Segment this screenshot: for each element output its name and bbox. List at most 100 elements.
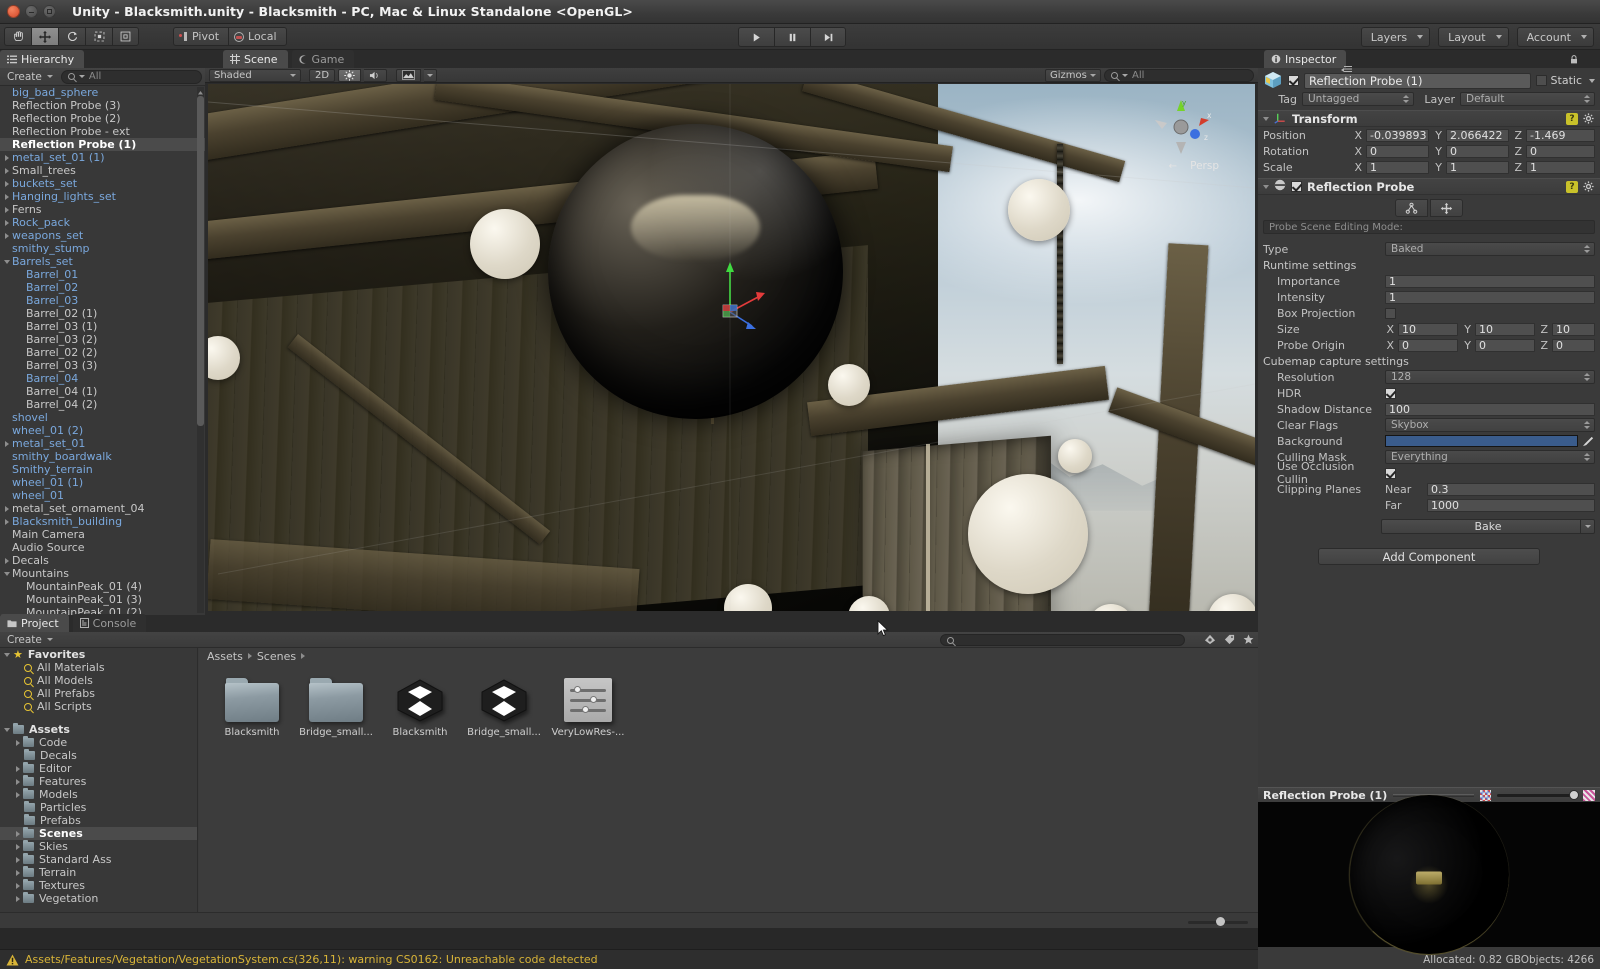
foldout-closed-icon[interactable]: [2, 558, 12, 564]
type-dropdown[interactable]: Baked: [1385, 242, 1595, 256]
hierarchy-item[interactable]: Barrel_04 (2): [0, 398, 205, 411]
project-tree-assets[interactable]: Assets: [0, 723, 197, 736]
scene-orientation-gizmo[interactable]: y x z: [1149, 96, 1213, 158]
scene-viewport[interactable]: y x z ← Persp: [208, 84, 1255, 611]
triangle-icon[interactable]: [16, 870, 20, 876]
slider-handle[interactable]: [1569, 790, 1579, 800]
foldout-closed-icon[interactable]: [2, 207, 12, 213]
asset-item[interactable]: Bridge_small...: [305, 678, 367, 738]
project-folder-item[interactable]: Terrain: [0, 866, 197, 879]
edit-origin-button[interactable]: [1430, 199, 1463, 217]
edit-bounds-button[interactable]: [1395, 199, 1428, 217]
asset-item[interactable]: Blacksmith: [389, 678, 451, 738]
asset-item[interactable]: Blacksmith: [221, 678, 283, 738]
foldout-closed-icon[interactable]: [2, 220, 12, 226]
hierarchy-item[interactable]: shovel: [0, 411, 205, 424]
hierarchy-item[interactable]: Hanging_lights_set: [0, 190, 205, 203]
hierarchy-item[interactable]: Reflection Probe (2): [0, 112, 205, 125]
project-folder-item[interactable]: Textures: [0, 879, 197, 892]
add-component-button[interactable]: Add Component: [1318, 548, 1540, 565]
maximize-window-button[interactable]: [43, 5, 56, 18]
rotation-x-input[interactable]: 0: [1366, 145, 1429, 158]
project-folder-item[interactable]: Prefabs: [0, 814, 197, 827]
probe-origin-y-input[interactable]: 0: [1475, 339, 1535, 352]
project-create-button[interactable]: Create: [3, 633, 57, 647]
project-folder-item[interactable]: Scenes: [0, 827, 197, 840]
checker-icon[interactable]: [1480, 790, 1491, 801]
toggle-image-effects-button[interactable]: [396, 69, 421, 82]
probe-origin-z-input[interactable]: 0: [1552, 339, 1595, 352]
scene-fx-dropdown[interactable]: [424, 69, 437, 82]
rotate-tool-button[interactable]: [58, 27, 85, 46]
triangle-icon[interactable]: [16, 766, 20, 772]
clear-flags-dropdown[interactable]: Skybox: [1385, 418, 1595, 432]
box-projection-checkbox[interactable]: [1385, 308, 1396, 319]
hierarchy-item[interactable]: Smithy_terrain: [0, 463, 205, 476]
triangle-icon[interactable]: [16, 883, 20, 889]
help-icon[interactable]: ?: [1566, 113, 1578, 125]
gizmos-dropdown[interactable]: Gizmos: [1045, 69, 1101, 82]
rect-tool-button[interactable]: [112, 27, 139, 46]
bake-options-button[interactable]: [1580, 520, 1594, 533]
hierarchy-item[interactable]: weapons_set: [0, 229, 205, 242]
asset-item[interactable]: VeryLowRes-...: [557, 678, 619, 738]
lock-icon[interactable]: [1570, 54, 1578, 63]
hierarchy-item[interactable]: MountainPeak_01 (4): [0, 580, 205, 593]
toggle-2d-button[interactable]: 2D: [309, 69, 335, 82]
hierarchy-item[interactable]: Barrel_02 (2): [0, 346, 205, 359]
occlusion-checkbox[interactable]: [1385, 468, 1396, 479]
project-folder-item[interactable]: Editor: [0, 762, 197, 775]
step-button[interactable]: [810, 27, 846, 47]
position-y-input[interactable]: 2.066422: [1446, 129, 1509, 142]
layout-dropdown[interactable]: Layout: [1438, 27, 1508, 47]
project-folder-item[interactable]: Particles: [0, 801, 197, 814]
pause-button[interactable]: [774, 27, 810, 47]
hierarchy-item[interactable]: Reflection Probe (3): [0, 99, 205, 112]
asset-item[interactable]: Bridge_small...: [473, 678, 535, 738]
background-color-swatch[interactable]: [1385, 435, 1578, 447]
filter-by-label-icon[interactable]: [1224, 634, 1235, 648]
foldout-icon[interactable]: [1263, 117, 1269, 121]
rotation-y-input[interactable]: 0: [1446, 145, 1509, 158]
foldout-closed-icon[interactable]: [2, 168, 12, 174]
object-enabled-checkbox[interactable]: [1288, 75, 1299, 86]
status-bar[interactable]: Assets/Features/Vegetation/VegetationSys…: [0, 949, 1258, 969]
slider-handle[interactable]: [1216, 917, 1225, 926]
hierarchy-item[interactable]: Main Camera: [0, 528, 205, 541]
hierarchy-item[interactable]: Barrel_01: [0, 268, 205, 281]
project-search-input[interactable]: [940, 634, 1185, 646]
assets-grid[interactable]: Blacksmith Bridge_small... Blacksmith Bridg…: [199, 664, 1258, 738]
layer-dropdown[interactable]: Default: [1460, 92, 1595, 106]
tab-game[interactable]: Game: [292, 50, 355, 68]
eyedropper-icon[interactable]: [1582, 435, 1595, 447]
scene-search-input[interactable]: All: [1104, 69, 1254, 82]
hierarchy-item[interactable]: Rock_pack: [0, 216, 205, 229]
foldout-closed-icon[interactable]: [2, 233, 12, 239]
minimize-window-button[interactable]: [25, 5, 38, 18]
gear-icon[interactable]: [1583, 181, 1595, 193]
rotation-z-input[interactable]: 0: [1526, 145, 1595, 158]
hierarchy-item[interactable]: Barrel_02 (1): [0, 307, 205, 320]
project-folder-item[interactable]: Features: [0, 775, 197, 788]
tab-project[interactable]: Project: [0, 614, 69, 632]
scale-tool-button[interactable]: [85, 27, 112, 46]
importance-input[interactable]: 1: [1385, 275, 1595, 288]
project-folder-item[interactable]: Skies: [0, 840, 197, 853]
favorite-star-icon[interactable]: [1243, 634, 1254, 648]
object-name-input[interactable]: Reflection Probe (1): [1304, 73, 1531, 89]
hierarchy-search-input[interactable]: All: [61, 70, 202, 84]
project-folder-item[interactable]: Code: [0, 736, 197, 749]
help-icon[interactable]: ?: [1566, 181, 1578, 193]
project-tree-favorites[interactable]: ★Favorites: [0, 648, 197, 661]
scale-z-input[interactable]: 1: [1526, 161, 1595, 174]
hierarchy-item[interactable]: Reflection Probe - ext: [0, 125, 205, 138]
project-folder-item[interactable]: Standard Ass: [0, 853, 197, 866]
foldout-closed-icon[interactable]: [2, 519, 12, 525]
reflection-probe-enabled-checkbox[interactable]: [1291, 181, 1302, 192]
hierarchy-item[interactable]: Barrel_02: [0, 281, 205, 294]
triangle-icon[interactable]: [16, 779, 20, 785]
close-window-button[interactable]: [7, 5, 20, 18]
culling-mask-dropdown[interactable]: Everything: [1385, 450, 1595, 464]
account-dropdown[interactable]: Account: [1517, 27, 1594, 47]
gear-icon[interactable]: [1583, 113, 1595, 125]
